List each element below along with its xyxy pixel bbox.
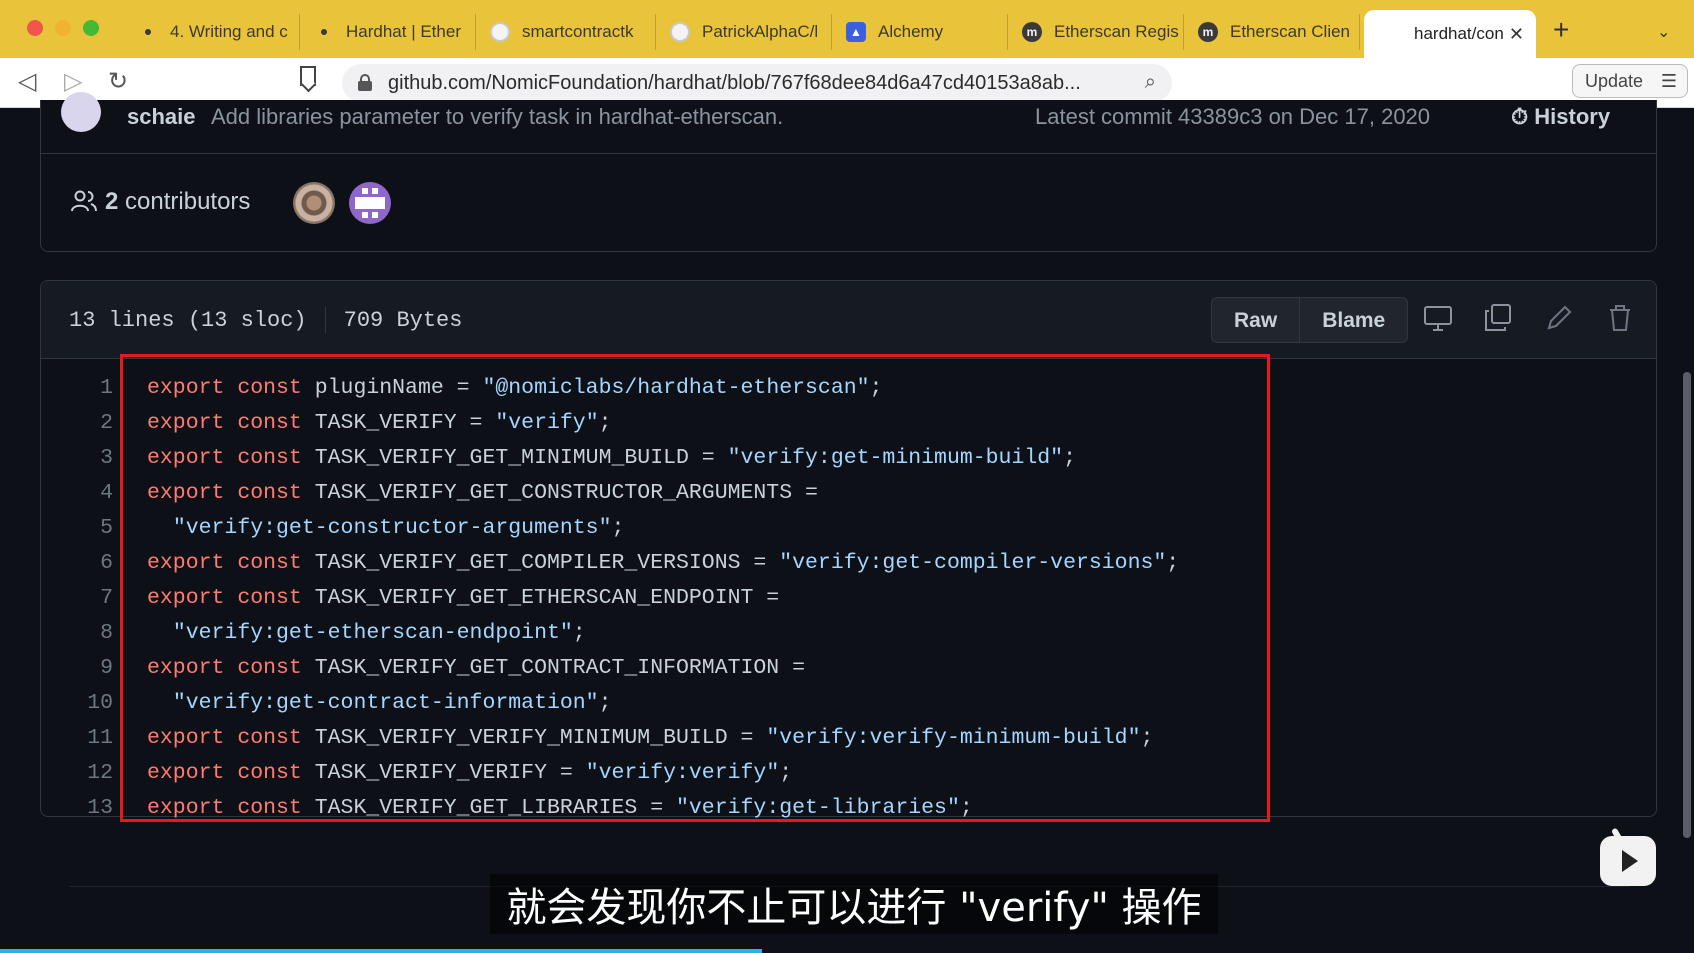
file-lines-info: 13 lines (13 sloc) xyxy=(69,307,307,333)
tab-title: 4. Writing and c xyxy=(170,22,288,41)
browser-tab[interactable]: 4. Writing and c xyxy=(128,14,300,50)
menu-icon: ☰ xyxy=(1660,71,1677,91)
bilibili-logo xyxy=(1600,836,1656,886)
back-icon[interactable]: ◁ xyxy=(18,68,36,96)
zoom-icon[interactable]: ⌕ xyxy=(1145,71,1156,94)
file-size: 709 Bytes xyxy=(343,307,463,333)
tab-title: Alchemy xyxy=(878,22,944,41)
url-text: github.com/NomicFoundation/hardhat/blob/… xyxy=(388,72,1081,94)
video-subtitle: 就会发现你不止可以进行 "verify" 操作 xyxy=(490,874,1218,934)
github-icon xyxy=(670,22,690,42)
close-tab-icon[interactable]: ✕ xyxy=(1509,24,1524,45)
copy-icon[interactable] xyxy=(1483,303,1513,333)
contributors-link[interactable]: 2 contributors xyxy=(105,188,250,216)
contributors-box: 2 contributors xyxy=(40,154,1657,252)
tab-title: Etherscan Clien xyxy=(1230,22,1351,41)
line-number[interactable]: 2 xyxy=(41,406,113,441)
browser-tab[interactable]: smartcontractk xyxy=(480,14,656,50)
tab-favicon-icon xyxy=(138,22,158,42)
browser-tab[interactable]: m Etherscan Clien xyxy=(1188,14,1360,50)
file-info: 13 lines (13 sloc) 709 Bytes xyxy=(69,307,462,333)
line-number[interactable]: 11 xyxy=(41,721,113,756)
update-button[interactable]: Update ☰ xyxy=(1572,64,1688,98)
tab-title: Etherscan Regis xyxy=(1054,22,1179,41)
latest-commit-info[interactable]: Latest commit 43389c3 on Dec 17, 2020 xyxy=(1035,104,1430,130)
history-label: History xyxy=(1534,104,1611,129)
line-number[interactable]: 1 xyxy=(41,371,113,406)
video-progress-bar[interactable] xyxy=(0,949,763,953)
browser-tab-bar: 4. Writing and c Hardhat | Ether smartco… xyxy=(0,0,1694,58)
line-number[interactable]: 3 xyxy=(41,441,113,476)
line-number[interactable]: 9 xyxy=(41,651,113,686)
avatar[interactable] xyxy=(349,182,391,224)
raw-button[interactable]: Raw xyxy=(1212,298,1299,342)
tab-title: Hardhat | Ether xyxy=(346,22,461,41)
lock-icon xyxy=(358,74,372,91)
history-link[interactable]: ⏱ History xyxy=(1511,104,1610,130)
browser-tab[interactable]: ▲ Alchemy xyxy=(836,14,1008,50)
line-number[interactable]: 7 xyxy=(41,581,113,616)
tab-favicon-icon xyxy=(314,22,334,42)
browser-tab[interactable]: Hardhat | Ether xyxy=(304,14,476,50)
update-button-label: Update xyxy=(1585,70,1644,91)
people-icon xyxy=(71,190,97,212)
bookmark-icon[interactable] xyxy=(300,66,316,86)
etherscan-icon: m xyxy=(1022,22,1042,42)
line-number[interactable]: 4 xyxy=(41,476,113,511)
tab-title: smartcontractk xyxy=(522,22,634,41)
avatar[interactable] xyxy=(61,92,101,132)
blame-button[interactable]: Blame xyxy=(1299,298,1407,342)
contributors-label: contributors xyxy=(125,188,251,215)
latest-commit-bar: schaie Add libraries parameter to verify… xyxy=(40,92,1657,154)
scrollbar[interactable] xyxy=(1683,372,1691,838)
line-number[interactable]: 12 xyxy=(41,756,113,791)
browser-tab[interactable]: m Etherscan Regis xyxy=(1012,14,1184,50)
maximize-window-button[interactable] xyxy=(83,20,99,36)
browser-tab-active[interactable]: hardhat/con ✕ xyxy=(1364,10,1536,58)
desktop-icon[interactable] xyxy=(1423,303,1453,333)
file-actions: Raw Blame xyxy=(1211,297,1409,343)
contributors-count: 2 xyxy=(105,188,119,215)
line-number[interactable]: 8 xyxy=(41,616,113,651)
new-tab-button[interactable]: + xyxy=(1553,16,1569,44)
red-highlight-box xyxy=(120,354,1270,822)
line-number[interactable]: 6 xyxy=(41,546,113,581)
close-window-button[interactable] xyxy=(27,20,43,36)
browser-tab[interactable]: PatrickAlphaC/l xyxy=(660,14,832,50)
avatar[interactable] xyxy=(293,182,335,224)
line-number[interactable]: 10 xyxy=(41,686,113,721)
minimize-window-button[interactable] xyxy=(55,20,71,36)
line-number[interactable]: 13 xyxy=(41,791,113,826)
reload-icon[interactable]: ↻ xyxy=(108,68,128,96)
etherscan-icon: m xyxy=(1198,22,1218,42)
github-icon xyxy=(490,22,510,42)
alchemy-icon: ▲ xyxy=(846,22,866,42)
tab-title: hardhat/con xyxy=(1414,24,1504,43)
tab-title: PatrickAlphaC/l xyxy=(702,22,819,41)
line-number[interactable]: 5 xyxy=(41,511,113,546)
commit-author[interactable]: schaie xyxy=(127,104,196,130)
pencil-icon[interactable] xyxy=(1544,303,1574,333)
trash-icon[interactable] xyxy=(1605,303,1635,333)
file-header: 13 lines (13 sloc) 709 Bytes Raw Blame xyxy=(41,281,1656,359)
tab-list-chevron-icon[interactable]: ⌄ xyxy=(1657,22,1670,42)
commit-message[interactable]: Add libraries parameter to verify task i… xyxy=(211,104,783,130)
address-bar[interactable]: github.com/NomicFoundation/hardhat/blob/… xyxy=(342,64,1172,102)
